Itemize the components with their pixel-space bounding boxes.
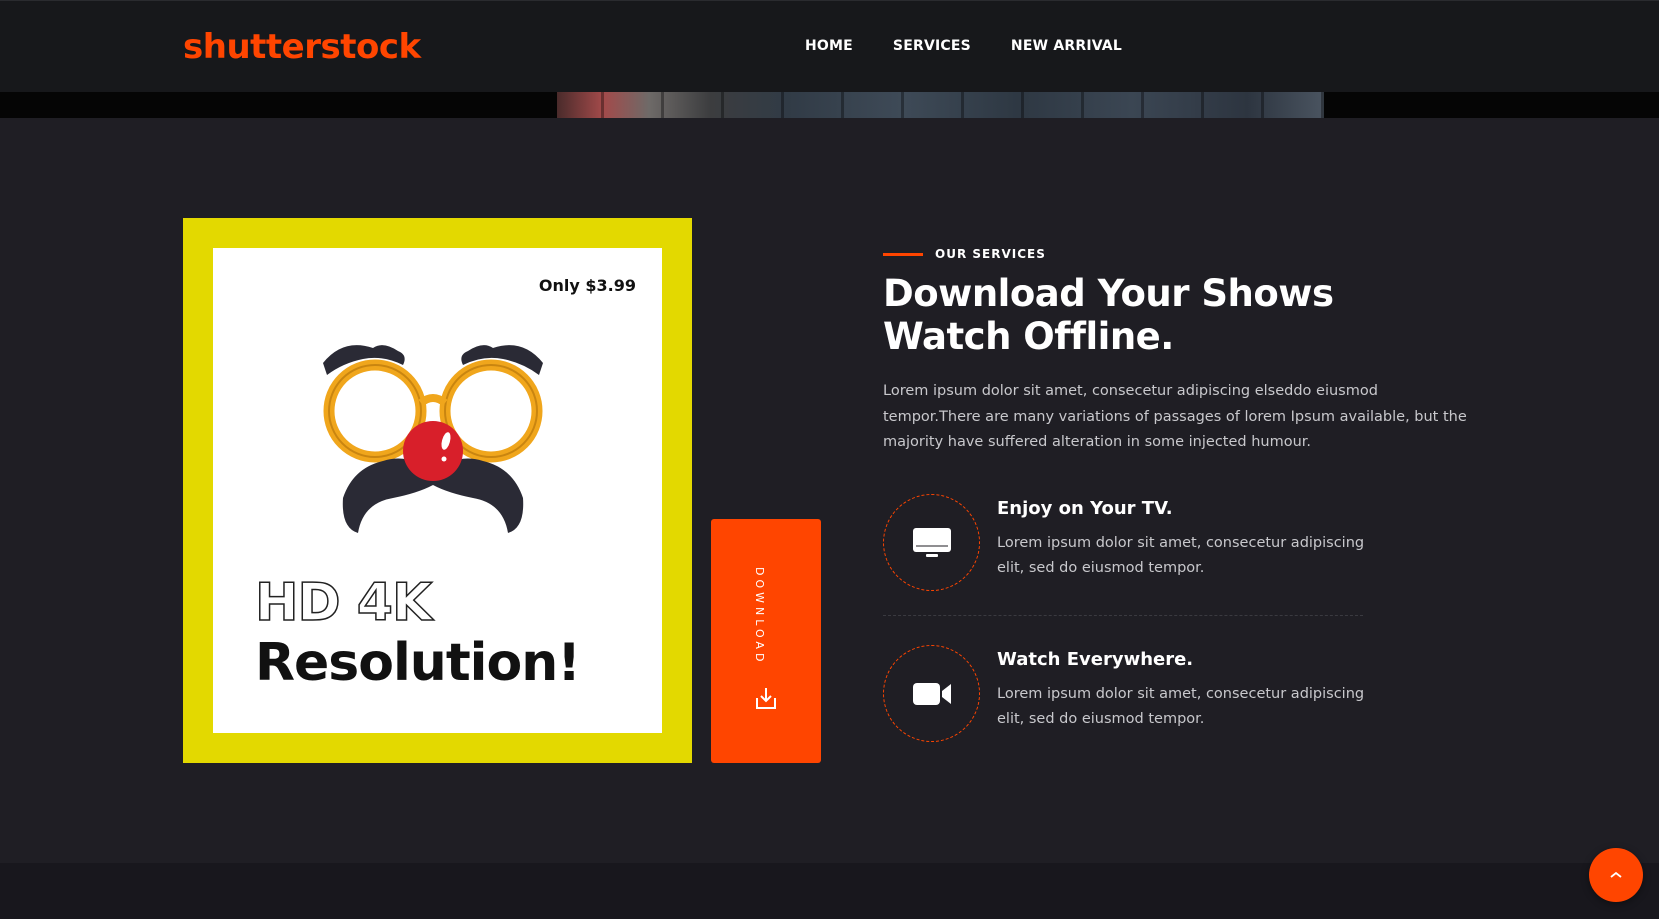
download-button-label: DOWNLOAD	[753, 567, 766, 666]
eyebrow-text: OUR SERVICES	[935, 247, 1046, 261]
main-nav: HOME SERVICES NEW ARRIVAL	[805, 38, 1122, 54]
feature-text: Lorem ipsum dolor sit amet, consecetur a…	[997, 686, 1365, 727]
feature-icon-circle	[883, 645, 980, 742]
eyebrow-accent-line	[883, 252, 923, 256]
feature-item: Enjoy on Your TV. Lorem ipsum dolor sit …	[883, 494, 1364, 594]
section-title-line-2: Watch Offline.	[883, 315, 1174, 358]
promo-headline-outline: HD 4K	[254, 572, 433, 634]
download-button[interactable]: DOWNLOAD	[711, 519, 821, 763]
chevron-up-icon	[1610, 871, 1622, 878]
banner-image-strip	[0, 92, 1659, 118]
feature-icon-circle	[883, 494, 980, 591]
promo-price: Only $3.99	[538, 276, 636, 295]
section-eyebrow: OUR SERVICES	[883, 247, 1046, 261]
nav-home[interactable]: HOME	[805, 38, 853, 54]
tv-icon	[912, 527, 951, 557]
scroll-to-top-button[interactable]	[1589, 848, 1643, 902]
site-logo[interactable]: shutterstock	[183, 27, 421, 67]
disguise-glasses-icon	[323, 345, 543, 533]
section-title-line-1: Download Your Shows	[883, 272, 1334, 315]
section-title: Download Your Shows Watch Offline.	[883, 272, 1403, 358]
nav-new-arrival[interactable]: NEW ARRIVAL	[1011, 38, 1122, 54]
video-camera-icon	[912, 682, 951, 705]
promo-headline-solid: Resolution!	[255, 633, 581, 693]
feature-divider	[883, 615, 1363, 616]
footer-band	[0, 863, 1659, 919]
nav-services[interactable]: SERVICES	[893, 38, 971, 54]
feature-title: Enjoy on Your TV.	[997, 498, 1173, 519]
feature-title: Watch Everywhere.	[997, 649, 1194, 670]
promo-card-inner: Only $3.99 HD 4K Resolution!	[213, 248, 662, 733]
feature-item: Watch Everywhere. Lorem ipsum dolor sit …	[883, 645, 1364, 745]
feature-text: Lorem ipsum dolor sit amet, consecetur a…	[997, 535, 1365, 576]
banner-image	[557, 92, 1324, 118]
download-icon	[756, 688, 776, 709]
section-description: Lorem ipsum dolor sit amet, consecetur a…	[883, 383, 1467, 450]
top-navbar: shutterstock HOME SERVICES NEW ARRIVAL	[0, 0, 1659, 92]
promo-card: Only $3.99 HD 4K Resolution!	[183, 218, 692, 763]
